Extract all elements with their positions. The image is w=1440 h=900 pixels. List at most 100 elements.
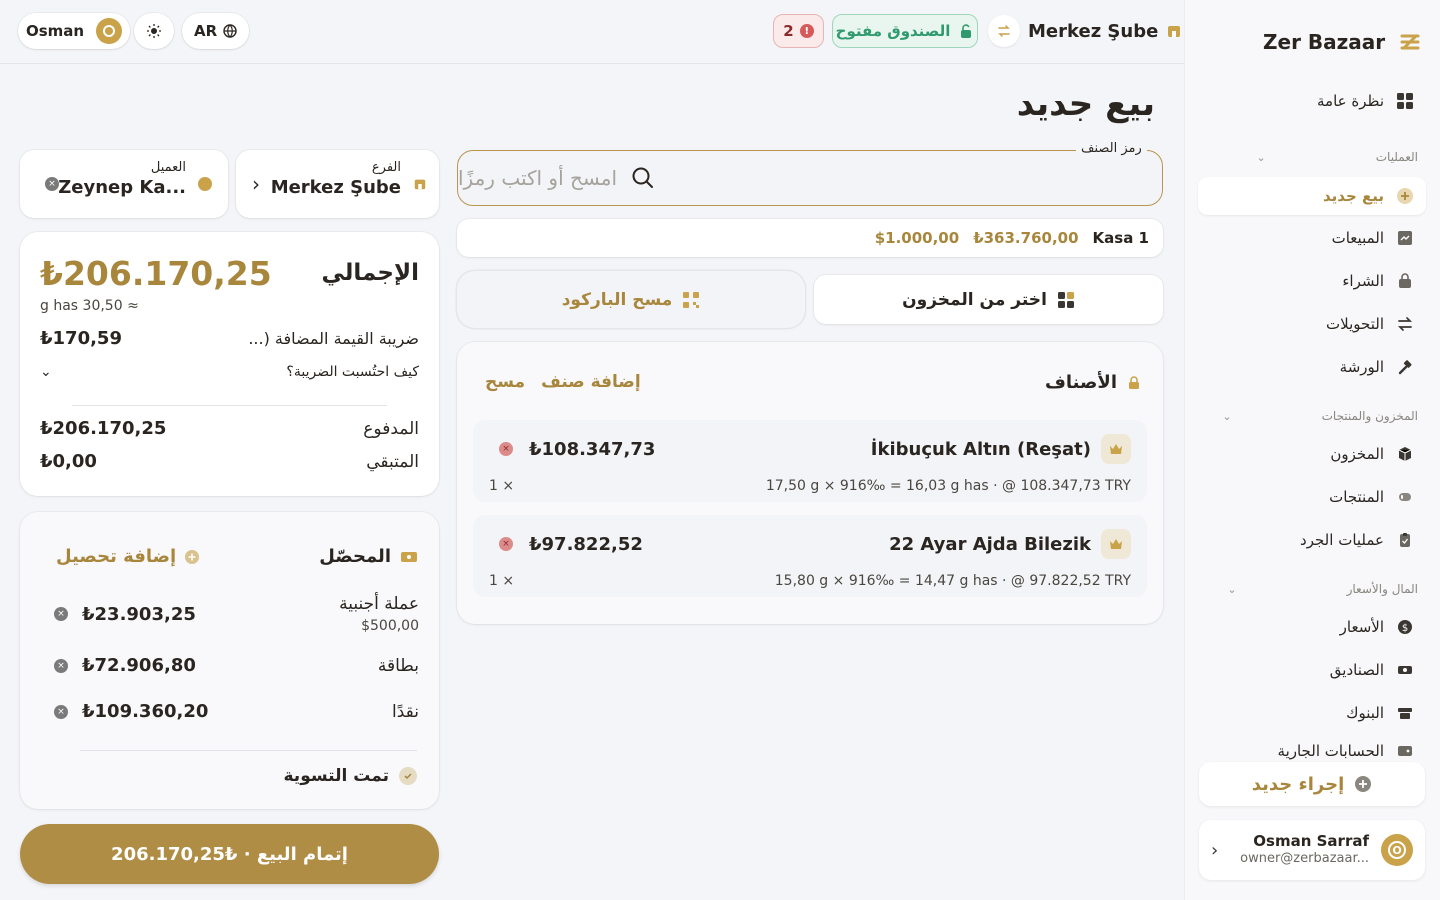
- divider: [72, 405, 387, 406]
- sidebar-item-registers[interactable]: الصناديق: [1198, 651, 1426, 689]
- scan-barcode-button[interactable]: مسح الباركود: [457, 271, 805, 328]
- section-inventory[interactable]: المخزون والمنتجات ⌄: [1222, 409, 1418, 423]
- lock-icon: [1127, 375, 1141, 390]
- register-status-text: الصندوق مفتوح: [835, 22, 951, 40]
- chevron-down-icon: ⌄: [1227, 582, 1237, 596]
- list-item[interactable]: نقدًا ₺109.360,20 ×: [54, 701, 419, 722]
- sidebar-item-banks[interactable]: البنوك: [1198, 694, 1426, 732]
- branch-name: Merkez Şube: [1028, 20, 1159, 42]
- add-collection-button[interactable]: إضافة تحصيل: [56, 546, 200, 567]
- wallet-icon: [1396, 742, 1414, 760]
- branch-value: Merkez Şube: [270, 177, 401, 198]
- sidebar-item-label: المنتجات: [1329, 488, 1384, 506]
- tag-icon: [1396, 488, 1414, 506]
- collected-title: المحصّل: [319, 546, 391, 567]
- store-icon: [1166, 23, 1182, 39]
- register-bar[interactable]: $1.000,00 ₺363.760,00 Kasa 1: [457, 219, 1163, 257]
- account-email: owner@zerbazaar...: [1240, 851, 1369, 867]
- list-item[interactable]: İkibuçuk Altın (Reşat) ₺108.347,73 × 17,…: [473, 420, 1147, 502]
- remove-collection-icon[interactable]: ×: [54, 607, 68, 621]
- list-item[interactable]: 22 Ayar Ajda Bilezik ₺97.822,52 × 15,80 …: [473, 515, 1147, 597]
- remove-collection-icon[interactable]: ×: [54, 704, 68, 719]
- search-icon: [631, 166, 655, 190]
- sidebar-item-label: التحويلات: [1326, 315, 1384, 333]
- alerts-badge[interactable]: 2 !: [773, 14, 824, 48]
- sidebar-item-purchase[interactable]: الشراء: [1198, 262, 1426, 300]
- sidebar-item-rates[interactable]: $ الأسعار: [1198, 608, 1426, 646]
- user-menu[interactable]: Osman: [18, 13, 131, 49]
- section-operations[interactable]: العمليات ⌄: [1257, 150, 1418, 164]
- sidebar-item-label: المبيعات: [1331, 229, 1384, 247]
- sun-icon: [146, 23, 162, 39]
- item-qty[interactable]: 1 ×: [489, 478, 514, 494]
- globe-icon: [223, 24, 237, 38]
- new-action-button[interactable]: إجراء جديد: [1199, 762, 1425, 806]
- usd-balance: $1.000,00: [874, 229, 960, 247]
- avatar: O: [1381, 834, 1413, 866]
- collection-label: نقدًا: [392, 701, 419, 722]
- account-menu[interactable]: › Osman Sarraf owner@zerbazaar... O: [1199, 820, 1425, 880]
- clear-items-button[interactable]: مسح: [485, 372, 525, 392]
- collection-label: بطاقة: [377, 655, 419, 676]
- bag-icon: [1396, 272, 1414, 290]
- theme-toggle-button[interactable]: [134, 13, 174, 49]
- complete-sale-button[interactable]: إتمام البيع · ₺206.170,25: [20, 824, 439, 884]
- register-name: Kasa 1: [1092, 229, 1149, 247]
- sidebar-item-label: المخزون: [1330, 445, 1384, 463]
- item-code-input[interactable]: امسح أو اكتب رمزًا: [457, 150, 1163, 206]
- vat-label: ضريبة القيمة المضافة (...: [248, 329, 419, 348]
- sidebar-item-current-accounts[interactable]: الحسابات الجارية: [1198, 737, 1426, 765]
- receipt-icon: [1396, 229, 1414, 247]
- remaining-label: المتبقي: [366, 451, 419, 472]
- pick-from-stock-button[interactable]: اختر من المخزون: [814, 275, 1163, 324]
- branch-selector[interactable]: الفرع Merkez Şube ›: [236, 150, 439, 218]
- language-code: AR: [194, 22, 218, 40]
- unlock-icon: [958, 23, 974, 39]
- remove-item-icon[interactable]: ×: [499, 442, 513, 456]
- vat-howto-toggle[interactable]: كيف احتُسبت الضريبة؟ ⌄: [40, 364, 419, 380]
- plus-circle-icon: [184, 549, 200, 565]
- sidebar-item-stocktake[interactable]: عمليات الجرد: [1198, 521, 1426, 559]
- section-money[interactable]: المال والأسعار ⌄: [1227, 582, 1418, 596]
- sidebar: Zer Bazaar نظرة عامة العمليات ⌄ بيع جديد…: [1184, 0, 1440, 900]
- item-qty[interactable]: 1 ×: [489, 573, 514, 589]
- item-detail: 15,80 g × 916‰ = 14,47 g has · @ 97.822,…: [774, 573, 1131, 589]
- totals-title: الإجمالي: [321, 260, 419, 286]
- language-switcher[interactable]: AR: [182, 13, 250, 49]
- sidebar-item-overview[interactable]: نظرة عامة: [1198, 82, 1426, 120]
- sidebar-item-stock[interactable]: المخزون: [1198, 435, 1426, 473]
- sidebar-item-transfers[interactable]: التحويلات: [1198, 305, 1426, 343]
- add-item-button[interactable]: إضافة صنف: [541, 372, 641, 392]
- customer-selector[interactable]: العميل Zeynep Ka... ×: [20, 150, 228, 218]
- branch-switcher[interactable]: Merkez Şube: [988, 14, 1182, 48]
- remove-item-icon[interactable]: ×: [499, 537, 513, 551]
- items-card: الأصناف إضافة صنف مسح İkibuçuk Altın (Re…: [457, 342, 1163, 624]
- alert-icon: !: [799, 24, 814, 38]
- vat-howto-label: كيف احتُسبت الضريبة؟: [286, 364, 419, 380]
- sidebar-item-workshop[interactable]: الورشة: [1198, 348, 1426, 386]
- brand[interactable]: Zer Bazaar: [1263, 30, 1421, 54]
- section-label: العمليات: [1375, 150, 1418, 164]
- sidebar-item-label: عمليات الجرد: [1300, 531, 1384, 549]
- totals-card: الإجمالي ₺206.170,25 ≈ 30,50 g has ضريبة…: [20, 232, 439, 496]
- collected-card: المحصّل إضافة تحصيل عملة أجنبية $500,00 …: [20, 512, 439, 809]
- add-collection-label: إضافة تحصيل: [56, 546, 177, 567]
- account-name: Osman Sarraf: [1253, 831, 1369, 850]
- list-item[interactable]: عملة أجنبية $500,00 ₺23.903,25 ×: [54, 594, 419, 634]
- sidebar-item-products[interactable]: المنتجات: [1198, 478, 1426, 516]
- list-item[interactable]: بطاقة ₺72.906,80 ×: [54, 655, 419, 676]
- clipboard-icon: [1396, 531, 1414, 549]
- remove-collection-icon[interactable]: ×: [54, 658, 68, 673]
- clear-customer-icon[interactable]: ×: [45, 177, 59, 191]
- store-icon: [413, 177, 427, 195]
- swap-icon: [988, 15, 1020, 47]
- chevron-down-icon: ⌄: [1256, 150, 1266, 164]
- brand-logo-icon: [1399, 31, 1421, 53]
- item-detail: 17,50 g × 916‰ = 16,03 g has · @ 108.347…: [765, 478, 1131, 494]
- sidebar-item-new-sale[interactable]: بيع جديد: [1198, 177, 1426, 215]
- item-name: İkibuçuk Altın (Reşat): [870, 438, 1091, 460]
- collection-label: عملة أجنبية: [339, 594, 419, 614]
- items-title: الأصناف: [1045, 372, 1117, 393]
- register-status-badge[interactable]: الصندوق مفتوح: [832, 14, 978, 48]
- sidebar-item-sales[interactable]: المبيعات: [1198, 219, 1426, 257]
